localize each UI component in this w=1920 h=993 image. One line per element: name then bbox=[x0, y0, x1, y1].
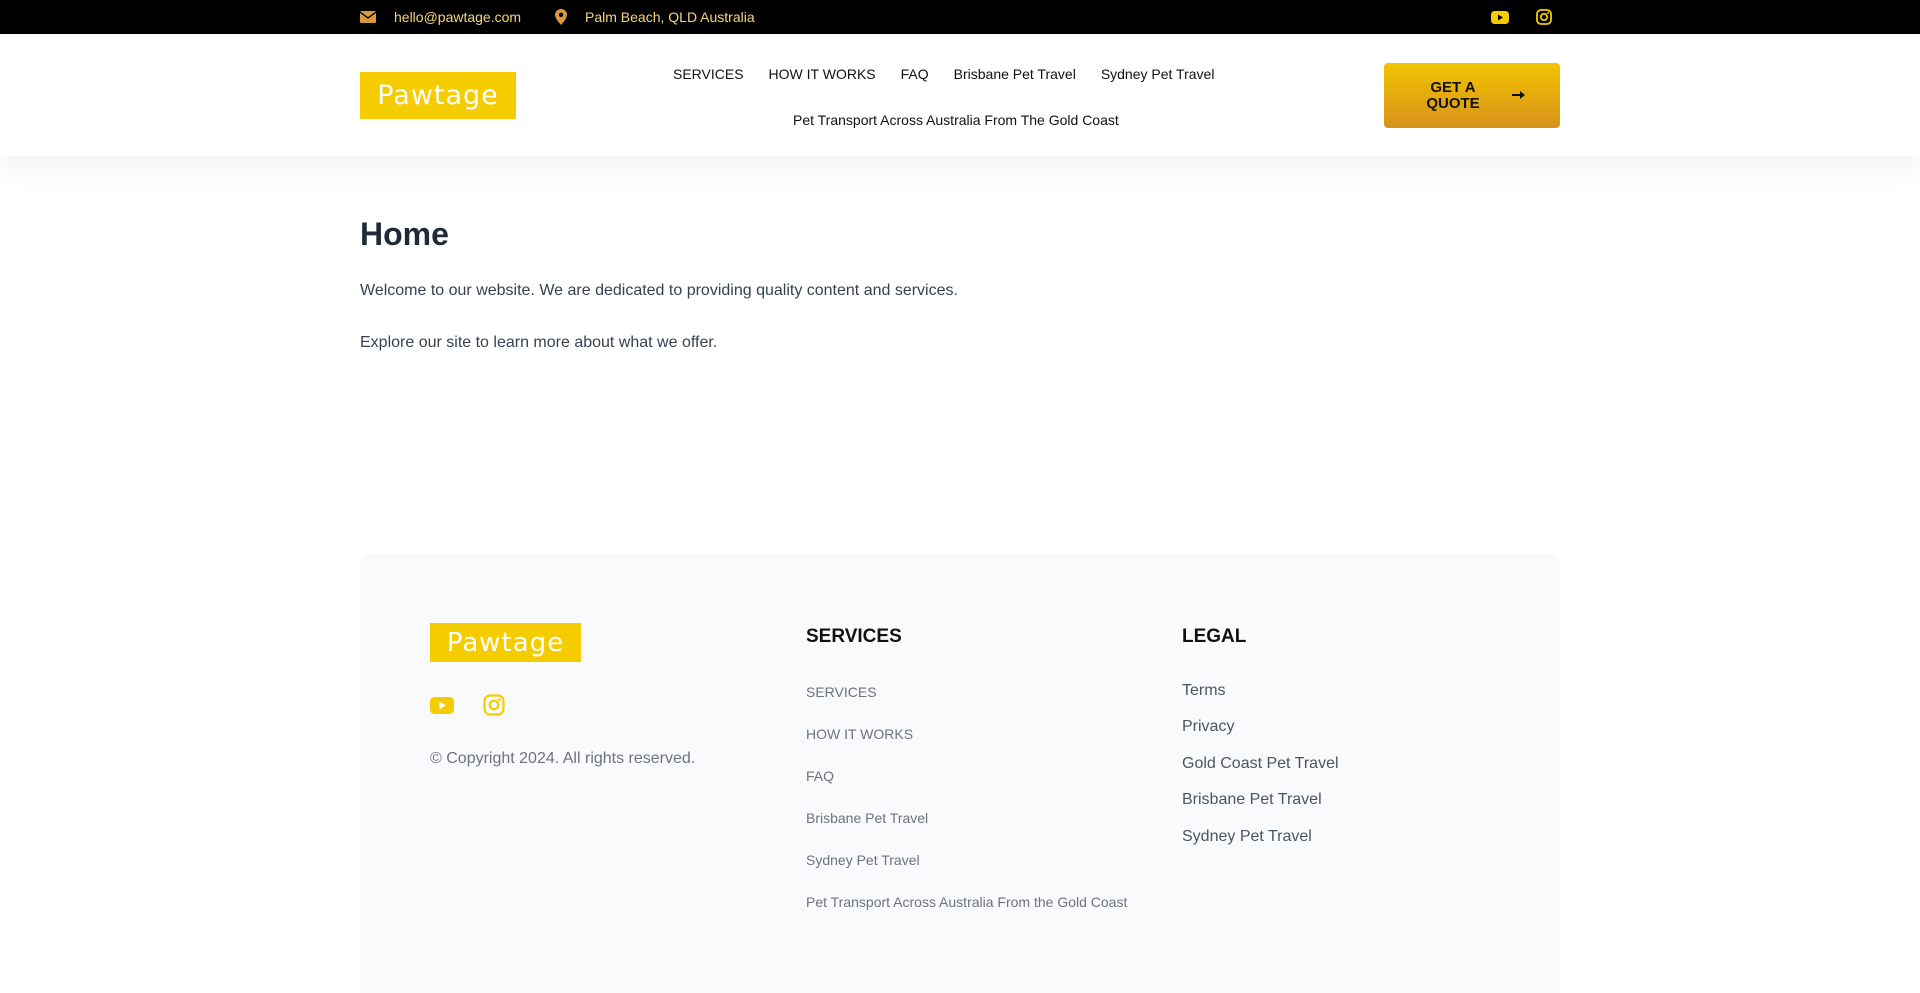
site-footer: Pawtage © Copyright 2024. All rights res… bbox=[360, 554, 1560, 993]
footer-link-faq[interactable]: FAQ bbox=[806, 768, 834, 784]
copyright-text: © Copyright 2024. All rights reserved. bbox=[430, 750, 696, 767]
email-link[interactable]: hello@pawtage.com bbox=[360, 0, 521, 34]
nav-item-pet-transport-gold-coast[interactable]: Pet Transport Across Australia From The … bbox=[793, 112, 1119, 128]
footer-link-privacy[interactable]: Privacy bbox=[1182, 718, 1234, 736]
footer-link-sydney-pet-travel[interactable]: Sydney Pet Travel bbox=[806, 852, 920, 868]
header-logo[interactable]: Pawtage bbox=[360, 72, 516, 119]
intro-paragraph: Welcome to our website. We are dedicated… bbox=[360, 282, 958, 299]
footer-link-pet-transport-gold-coast[interactable]: Pet Transport Across Australia From the … bbox=[806, 894, 1127, 910]
map-pin-icon bbox=[555, 9, 567, 25]
explore-paragraph: Explore our site to learn more about wha… bbox=[360, 334, 718, 351]
footer-services-heading: SERVICES bbox=[806, 626, 902, 647]
page-title: Home bbox=[360, 216, 449, 252]
footer-link-terms[interactable]: Terms bbox=[1182, 682, 1226, 700]
site-header: Pawtage SERVICES HOW IT WORKS FAQ Brisba… bbox=[0, 34, 1920, 156]
nav-item-how-it-works[interactable]: HOW IT WORKS bbox=[769, 66, 876, 82]
youtube-icon[interactable] bbox=[1491, 10, 1509, 24]
instagram-icon[interactable] bbox=[1536, 9, 1552, 25]
envelope-icon bbox=[360, 11, 376, 23]
footer-link-brisbane-pet-travel[interactable]: Brisbane Pet Travel bbox=[806, 810, 928, 826]
main-nav: SERVICES HOW IT WORKS FAQ Brisbane Pet T… bbox=[673, 64, 1239, 84]
footer-social-links bbox=[430, 694, 505, 716]
footer-link-gold-coast-pet-travel[interactable]: Gold Coast Pet Travel bbox=[1182, 755, 1339, 773]
youtube-icon[interactable] bbox=[430, 696, 454, 714]
nav-item-services[interactable]: SERVICES bbox=[673, 66, 744, 82]
top-bar: hello@pawtage.com Palm Beach, QLD Austra… bbox=[0, 0, 1920, 34]
get-a-quote-label: GET A QUOTE bbox=[1426, 78, 1480, 112]
footer-link-services[interactable]: SERVICES bbox=[806, 684, 877, 700]
email-text: hello@pawtage.com bbox=[394, 9, 522, 25]
instagram-icon[interactable] bbox=[483, 694, 505, 716]
nav-item-sydney-pet-travel[interactable]: Sydney Pet Travel bbox=[1101, 66, 1215, 82]
nav-item-brisbane-pet-travel[interactable]: Brisbane Pet Travel bbox=[954, 66, 1076, 82]
footer-link-sydney-pet-travel-legal[interactable]: Sydney Pet Travel bbox=[1182, 828, 1312, 846]
location-link[interactable]: Palm Beach, QLD Australia bbox=[555, 0, 755, 34]
location-text: Palm Beach, QLD Australia bbox=[585, 9, 755, 25]
footer-logo[interactable]: Pawtage bbox=[430, 623, 581, 662]
footer-link-brisbane-pet-travel-legal[interactable]: Brisbane Pet Travel bbox=[1182, 791, 1322, 809]
footer-legal-heading: LEGAL bbox=[1182, 626, 1247, 647]
top-social-links bbox=[1491, 0, 1552, 34]
arrow-right-icon bbox=[1512, 87, 1526, 104]
footer-link-how-it-works[interactable]: HOW IT WORKS bbox=[806, 726, 913, 742]
main-nav-row-2: Pet Transport Across Australia From The … bbox=[793, 110, 1144, 130]
get-a-quote-button[interactable]: GET A QUOTE bbox=[1384, 63, 1560, 128]
nav-item-faq[interactable]: FAQ bbox=[901, 66, 929, 82]
